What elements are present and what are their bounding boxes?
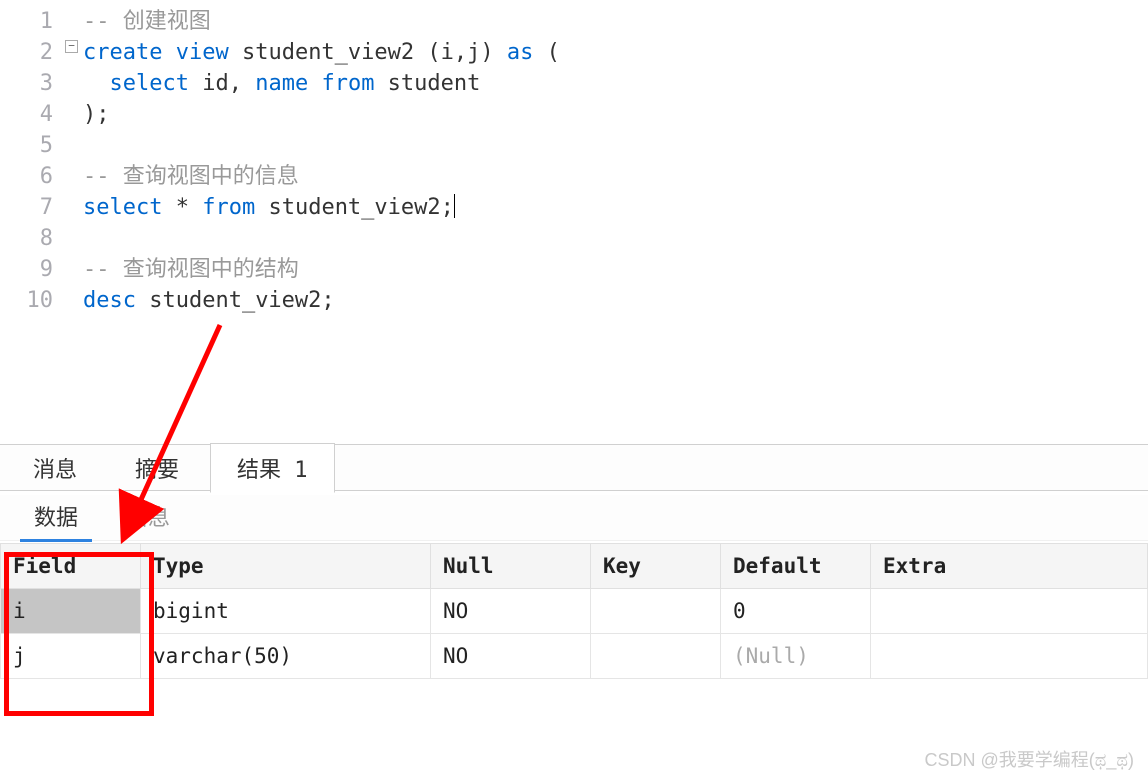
cell-key[interactable] [591,589,721,634]
keyword: select [83,195,162,220]
cell-default[interactable]: (Null) [721,634,871,679]
keyword: select [110,71,189,96]
result-tabs: 消息 摘要 结果 1 [0,445,1148,491]
tab-summary[interactable]: 摘要 [108,443,206,493]
code-text: student_view2; [255,195,454,220]
cell-type[interactable]: varchar(50) [141,634,431,679]
code-content[interactable]: -- 创建视图 create view student_view2 (i,j) … [63,0,1148,444]
result-subtabs: 数据 信息 [0,495,1148,541]
tab-result-1[interactable]: 结果 1 [210,443,335,493]
cell-null[interactable]: NO [431,589,591,634]
cell-type[interactable]: bigint [141,589,431,634]
comment: -- 查询视图中的信息 [83,164,299,189]
line-number: 9 [0,254,53,285]
table-header-row: Field Type Null Key Default Extra [1,544,1148,589]
text-cursor [454,194,455,218]
line-number: 7 [0,192,53,223]
code-text: * [162,195,202,220]
line-number: 5 [0,130,53,161]
col-key[interactable]: Key [591,544,721,589]
line-number: 3 [0,68,53,99]
line-number: 1 [0,6,53,37]
keyword: view [176,40,229,65]
code-text [308,71,321,96]
comment: -- 查询视图中的结构 [83,257,299,282]
line-gutter: 1 2 3 4 5 6 7 8 9 10 [0,0,63,444]
line-number: 4 [0,99,53,130]
code-text: student_view2; [136,288,335,313]
watermark: CSDN @我要学编程(ಥ_ಥ) [924,746,1134,772]
cell-extra[interactable] [871,634,1148,679]
cell-field[interactable]: j [1,634,141,679]
line-number: 6 [0,161,53,192]
table-row[interactable]: j varchar(50) NO (Null) [1,634,1148,679]
code-text: ( [533,40,560,65]
col-field[interactable]: Field [1,544,141,589]
keyword: as [507,40,534,65]
subtab-data[interactable]: 数据 [10,494,102,542]
keyword: from [321,71,374,96]
result-table[interactable]: Field Type Null Key Default Extra i bigi… [0,543,1148,679]
fold-icon[interactable]: − [65,40,78,53]
keyword: name [255,71,308,96]
cell-null[interactable]: NO [431,634,591,679]
code-editor[interactable]: 1 2 3 4 5 6 7 8 9 10 − -- 创建视图 create vi… [0,0,1148,445]
code-text: id, [189,71,255,96]
line-number: 10 [0,285,53,316]
code-text: student [374,71,480,96]
keyword: desc [83,288,136,313]
subtab-info[interactable]: 信息 [102,494,194,542]
cell-default[interactable]: 0 [721,589,871,634]
tab-messages[interactable]: 消息 [6,443,104,493]
col-type[interactable]: Type [141,544,431,589]
keyword: from [202,195,255,220]
line-number: 2 [0,37,53,68]
col-default[interactable]: Default [721,544,871,589]
table-row[interactable]: i bigint NO 0 [1,589,1148,634]
line-number: 8 [0,223,53,254]
col-extra[interactable]: Extra [871,544,1148,589]
code-text: student_view2 (i,j) [229,40,507,65]
keyword: create [83,40,162,65]
cell-key[interactable] [591,634,721,679]
code-text: ); [83,102,110,127]
col-null[interactable]: Null [431,544,591,589]
comment: -- 创建视图 [83,9,211,34]
cell-field[interactable]: i [1,589,141,634]
cell-extra[interactable] [871,589,1148,634]
